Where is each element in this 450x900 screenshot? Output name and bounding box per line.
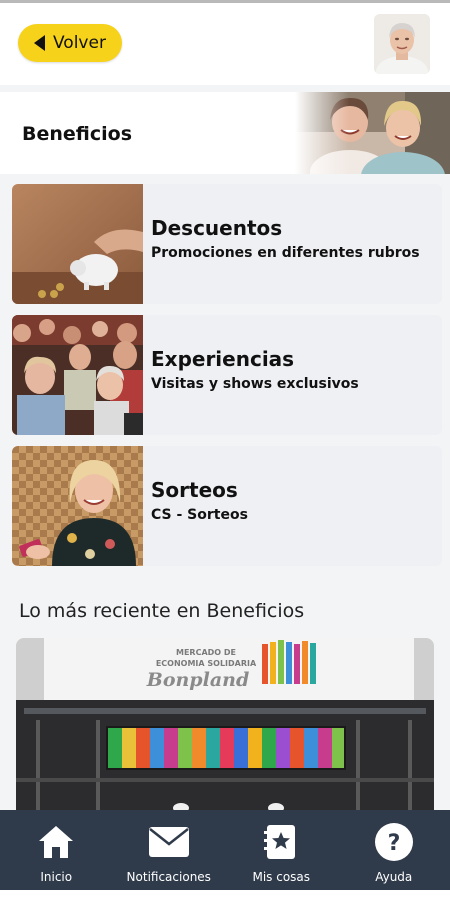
tab-ayuda[interactable]: ? Ayuda (338, 810, 450, 890)
home-icon (37, 822, 75, 862)
card-subtitle: CS - Sorteos (151, 507, 248, 523)
benefit-card-experiencias[interactable]: Experiencias Visitas y shows exclusivos (12, 315, 442, 435)
svg-text:?: ? (387, 831, 400, 856)
back-button-label: Volver (53, 33, 106, 53)
bookmark-star-icon (264, 822, 298, 862)
bottom-safe-area (0, 890, 450, 900)
avatar[interactable] (374, 14, 430, 74)
card-title: Descuentos (151, 216, 283, 240)
benefit-card-descuentos[interactable]: Descuentos Promociones en diferentes rub… (12, 184, 442, 304)
tab-label: Ayuda (375, 870, 413, 884)
banner-sign-brand: Bonpland (146, 669, 249, 691)
app-header: Volver (0, 3, 450, 85)
tab-inicio[interactable]: Inicio (0, 810, 113, 890)
back-button[interactable]: Volver (18, 24, 122, 62)
woman-with-phone-image (12, 446, 143, 566)
card-title: Sorteos (151, 478, 238, 502)
envelope-icon (148, 822, 190, 862)
tab-label: Mis cosas (252, 870, 311, 884)
bottom-tab-bar: Inicio Notificaciones Mis cosas ? Ayuda (0, 810, 450, 890)
section-header: Beneficios (0, 92, 450, 174)
tab-label: Inicio (40, 870, 73, 884)
seniors-hero-image (295, 92, 450, 174)
recent-benefit-banner[interactable]: MERCADO DE ECONOMIA SOLIDARIA Bonpland (16, 638, 434, 810)
card-subtitle: Promociones en diferentes rubros (151, 245, 420, 261)
tab-mis-cosas[interactable]: Mis cosas (225, 810, 338, 890)
piggy-bank-image (12, 184, 143, 304)
recent-section-title: Lo más reciente en Beneficios (19, 600, 305, 622)
tab-label: Notificaciones (126, 870, 211, 884)
card-title: Experiencias (151, 347, 295, 371)
help-icon: ? (374, 822, 414, 862)
audience-image (12, 315, 143, 435)
banner-sign-line1: MERCADO DE (176, 648, 236, 657)
card-subtitle: Visitas y shows exclusivos (151, 376, 359, 392)
back-arrow-icon (34, 35, 45, 51)
page-title: Beneficios (22, 123, 133, 145)
banner-sign-line2: ECONOMIA SOLIDARIA (156, 659, 257, 668)
benefit-card-sorteos[interactable]: Sorteos CS - Sorteos (12, 446, 442, 566)
tab-notificaciones[interactable]: Notificaciones (113, 810, 226, 890)
